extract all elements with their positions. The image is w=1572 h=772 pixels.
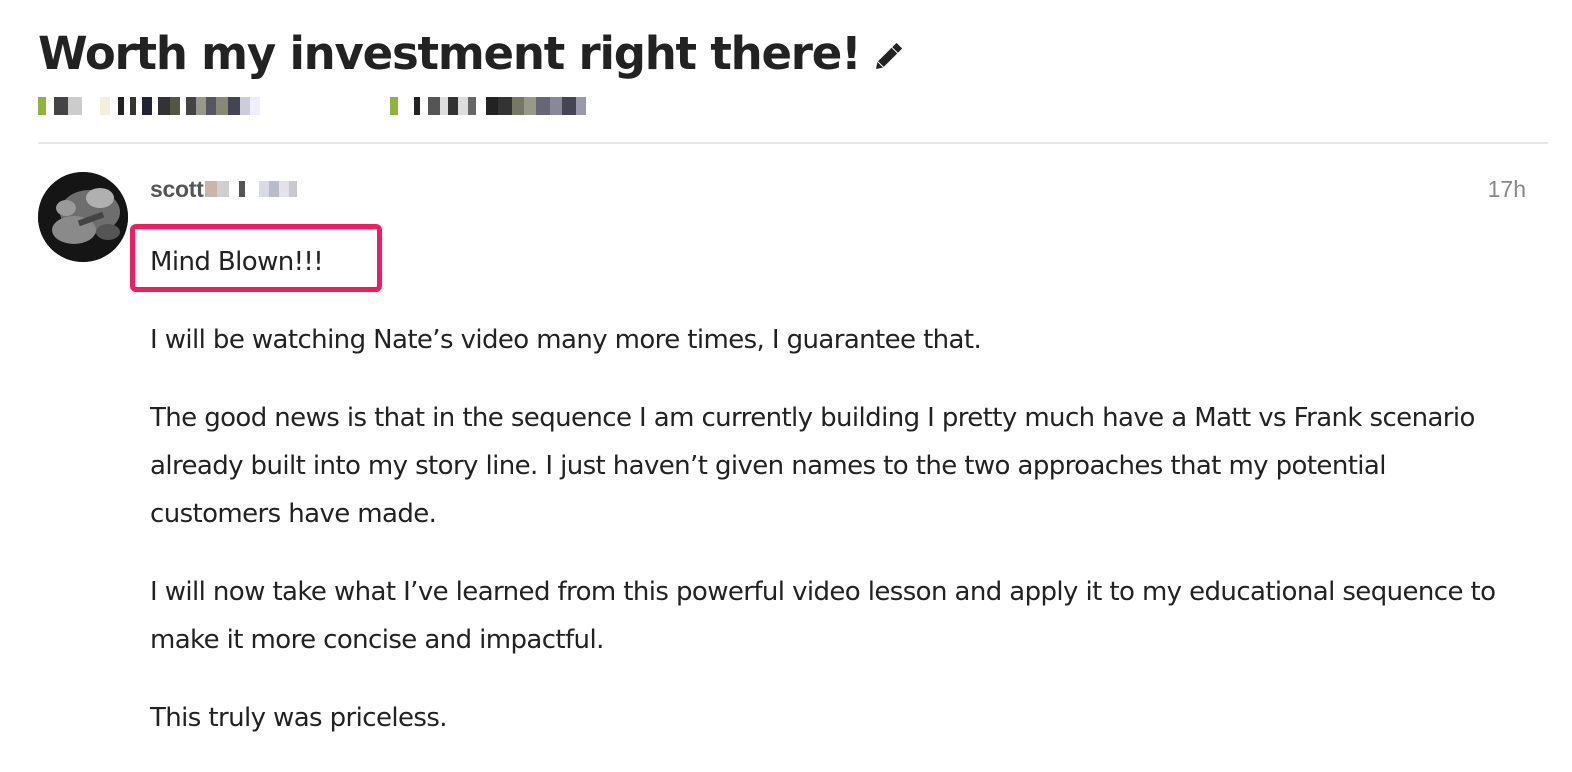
category-badge-2[interactable] xyxy=(390,96,586,116)
category-color-swatch xyxy=(390,97,398,115)
header-divider xyxy=(38,142,1548,144)
post-paragraph: I will now take what I’ve learned from t… xyxy=(150,577,1496,655)
category-row xyxy=(38,96,678,116)
post-paragraph: The good news is that in the sequence I … xyxy=(150,403,1475,529)
username-text: scott xyxy=(150,176,204,202)
topic-header: Worth my investment right there! xyxy=(38,22,1548,115)
category-color-swatch xyxy=(38,97,46,115)
category-name-redacted xyxy=(54,97,260,115)
topic-title[interactable]: Worth my investment right there! xyxy=(38,22,862,86)
topic-title-row: Worth my investment right there! xyxy=(38,22,1548,86)
post-paragraph: This truly was priceless. xyxy=(150,703,448,733)
category-badge-1[interactable] xyxy=(38,96,260,116)
pencil-icon[interactable] xyxy=(870,39,906,75)
username-redacted xyxy=(205,180,298,199)
post-body: Mind Blown!!! I will be watching Nate’s … xyxy=(150,238,1520,772)
highlight-box xyxy=(130,224,382,292)
user-avatar[interactable] xyxy=(38,172,128,262)
post-timestamp[interactable]: 17h xyxy=(1488,176,1526,203)
username[interactable]: scott xyxy=(150,176,298,203)
category-name-redacted xyxy=(406,97,586,115)
post-paragraph: I will be watching Nate’s video many mor… xyxy=(150,325,982,355)
